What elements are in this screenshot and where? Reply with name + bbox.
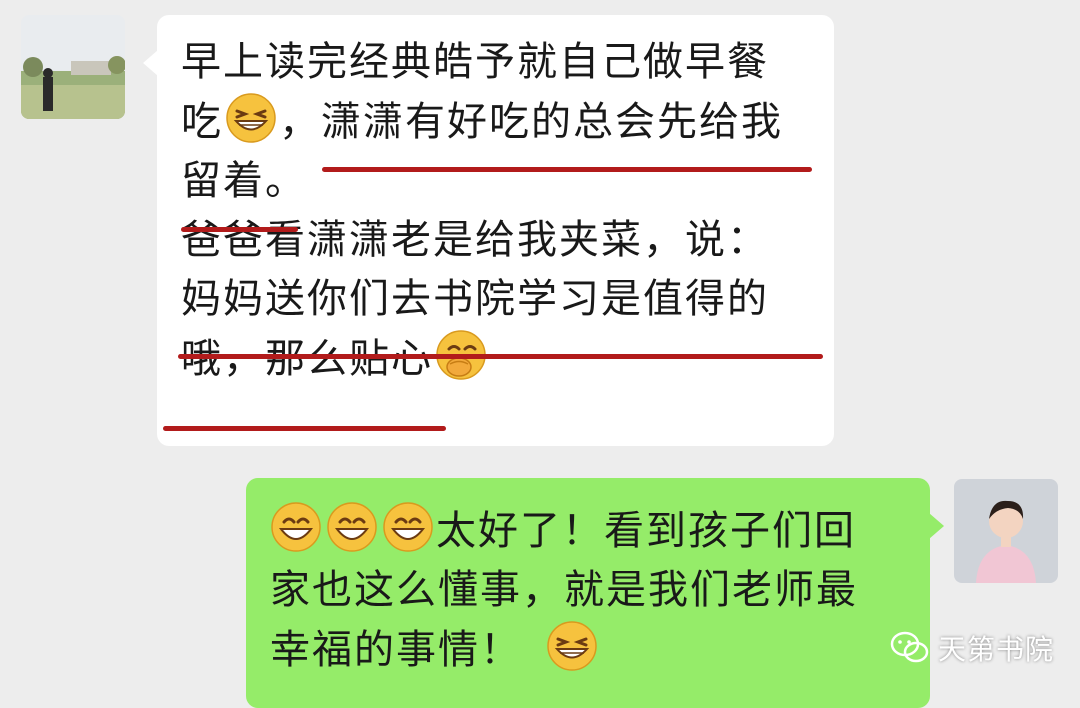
watermark-label: 天第书院 xyxy=(938,633,1055,666)
message-line: 太好了！看到孩子们回 xyxy=(270,501,912,561)
grinning-squint-face-icon xyxy=(225,92,277,144)
wechat-icon xyxy=(890,631,929,663)
message-text: 哦，那么贴心 xyxy=(181,336,433,382)
highlight-underline xyxy=(163,426,446,431)
grinning-squint-face-icon xyxy=(546,620,598,672)
my-avatar[interactable] xyxy=(954,479,1058,583)
message-line: 留着。 xyxy=(181,158,307,204)
message-line: 妈妈送你们去书院学习是值得的 xyxy=(181,276,769,322)
message-line: 哦，那么贴心 xyxy=(181,329,816,389)
message-text: 潇潇有好吃的总会先给我 xyxy=(321,99,783,145)
message-text: 幸福的事情！ xyxy=(270,627,522,673)
message-line: 爸爸看潇潇老是给我夹菜，说： xyxy=(181,217,769,263)
grinning-face-icon xyxy=(326,501,378,553)
message-line: 早上读完经典皓予就自己做早餐 xyxy=(181,39,769,85)
message-text: 吃 xyxy=(181,99,223,145)
message-line: 家也这么懂事，就是我们老师最 xyxy=(270,567,858,613)
outgoing-bubble-tail xyxy=(929,513,944,539)
contact-avatar[interactable] xyxy=(21,15,125,119)
watermark: 天第书院 xyxy=(890,625,1054,671)
message-line: 幸福的事情！ xyxy=(270,620,912,680)
grinning-face-icon xyxy=(270,501,322,553)
grinning-face-icon xyxy=(382,501,434,553)
message-text: ， xyxy=(279,99,321,145)
incoming-bubble-tail xyxy=(143,50,158,76)
message-line: 吃 ，潇潇有好吃的总会先给我 xyxy=(181,92,816,152)
message-text: 太好了！看到孩子们回 xyxy=(436,508,856,554)
highlight-underline xyxy=(178,354,823,359)
outgoing-message-bubble[interactable]: 太好了！看到孩子们回 家也这么懂事，就是我们老师最 幸福的事情！ xyxy=(246,478,930,708)
contact-avatar-photo xyxy=(21,15,125,119)
highlight-underline xyxy=(181,227,298,232)
my-avatar-photo xyxy=(954,479,1058,583)
highlight-underline xyxy=(322,167,812,172)
